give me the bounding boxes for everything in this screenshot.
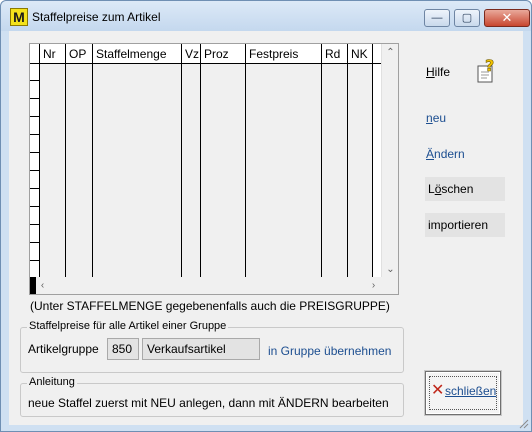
help-accel: H: [426, 65, 435, 79]
row-header-corner: [30, 44, 40, 64]
vertical-scrollbar[interactable]: ⌃ ⌄: [381, 44, 398, 278]
help-label-rest: ilfe: [434, 65, 451, 79]
client-area: Nr OP Staffelmenge Vz Proz Festpreis Rd …: [9, 31, 523, 425]
row-marker: [30, 206, 40, 207]
svg-text:?: ?: [485, 59, 494, 75]
scrollbar-corner: [381, 277, 398, 294]
row-marker: [30, 170, 40, 171]
row-marker: [30, 116, 40, 117]
new-label-rest: eu: [432, 111, 447, 125]
column-body-rd[interactable]: [322, 64, 348, 278]
column-body-vz[interactable]: [182, 64, 201, 278]
column-header-op[interactable]: OP: [66, 44, 93, 64]
row-marker: [30, 242, 40, 243]
column-header-rd[interactable]: Rd: [322, 44, 348, 64]
window: M Staffelpreise zum Artikel — ▢ ✕ Nr OP …: [0, 0, 532, 432]
close-button-label: schließen: [445, 384, 496, 398]
minimize-button[interactable]: —: [424, 9, 450, 27]
delete-label-b: schen: [441, 182, 474, 196]
instructions-legend: Anleitung: [27, 376, 77, 388]
row-header-column: [30, 64, 40, 278]
close-button[interactable]: ✕ schließen: [425, 371, 501, 415]
row-marker: [30, 188, 40, 189]
column-body-nr[interactable]: [40, 64, 66, 278]
resize-grip-icon[interactable]: [517, 417, 529, 429]
change-accel: Ä: [426, 147, 435, 161]
close-x-icon: ✕: [431, 382, 445, 399]
maximize-button[interactable]: ▢: [454, 9, 480, 27]
horizontal-scrollbar[interactable]: ‹ ›: [30, 277, 382, 294]
column-body-staffelmenge[interactable]: [93, 64, 182, 278]
column-header-staffelmenge[interactable]: Staffelmenge: [93, 44, 182, 64]
scroll-down-arrow-icon[interactable]: ⌄: [382, 261, 398, 278]
column-body-festpreis[interactable]: [246, 64, 322, 278]
title-bar[interactable]: M Staffelpreise zum Artikel — ▢ ✕: [1, 1, 531, 31]
group-section: Staffelpreise für alle Artikel einer Gru…: [20, 320, 404, 373]
instructions-section: Anleitung neue Staffel zuerst mit NEU an…: [20, 376, 404, 417]
column-body-nk[interactable]: [348, 64, 373, 278]
row-marker: [30, 80, 40, 81]
column-body-op[interactable]: [66, 64, 93, 278]
new-link[interactable]: neu: [426, 111, 446, 125]
help-link[interactable]: Hilfe: [426, 65, 450, 79]
maximize-icon: ▢: [461, 12, 473, 24]
apply-to-group-link[interactable]: in Gruppe übernehmen: [268, 344, 391, 358]
column-header-nk[interactable]: NK: [348, 44, 373, 64]
scroll-up-arrow-icon[interactable]: ⌃: [382, 44, 398, 61]
column-header-festpreis[interactable]: Festpreis: [246, 44, 322, 64]
group-section-legend: Staffelpreise für alle Artikel einer Gru…: [27, 320, 229, 332]
minimize-icon: —: [431, 12, 443, 24]
window-title: Staffelpreise zum Artikel: [32, 10, 161, 24]
help-question-icon[interactable]: ?: [476, 59, 496, 83]
group-name-field[interactable]: Verkaufsartikel: [142, 338, 260, 360]
row-marker: [30, 260, 40, 261]
import-button[interactable]: importieren: [425, 213, 505, 237]
grid-note: (Unter STAFFELMENGE gegebenenfalls auch …: [30, 299, 390, 313]
close-label-b: hließen: [457, 384, 497, 398]
column-header-proz[interactable]: Proz: [201, 44, 246, 64]
price-tier-grid[interactable]: Nr OP Staffelmenge Vz Proz Festpreis Rd …: [29, 43, 399, 295]
column-header-nr[interactable]: Nr: [40, 44, 66, 64]
app-icon: M: [10, 8, 28, 26]
scroll-right-arrow-icon[interactable]: ›: [365, 277, 382, 294]
new-accel: n: [426, 111, 433, 125]
delete-label-a: L: [428, 182, 435, 196]
row-marker: [30, 224, 40, 225]
change-link[interactable]: Ändern: [426, 147, 465, 161]
row-marker: [30, 134, 40, 135]
change-label-rest: ndern: [434, 147, 465, 161]
grid-header: Nr OP Staffelmenge Vz Proz Festpreis Rd …: [30, 44, 382, 64]
column-header-vz[interactable]: Vz: [182, 44, 201, 64]
instructions-text: neue Staffel zuerst mit NEU anlegen, dan…: [28, 396, 389, 410]
column-body-proz[interactable]: [201, 64, 246, 278]
close-window-button[interactable]: ✕: [484, 9, 530, 27]
group-number-field[interactable]: 850: [107, 338, 139, 360]
artikelgruppe-label: Artikelgruppe: [28, 342, 99, 356]
row-marker: [30, 98, 40, 99]
row-marker: [30, 152, 40, 153]
scroll-left-arrow-icon[interactable]: ‹: [34, 277, 51, 294]
delete-button[interactable]: Löschen: [425, 177, 505, 201]
close-icon: ✕: [501, 10, 513, 25]
